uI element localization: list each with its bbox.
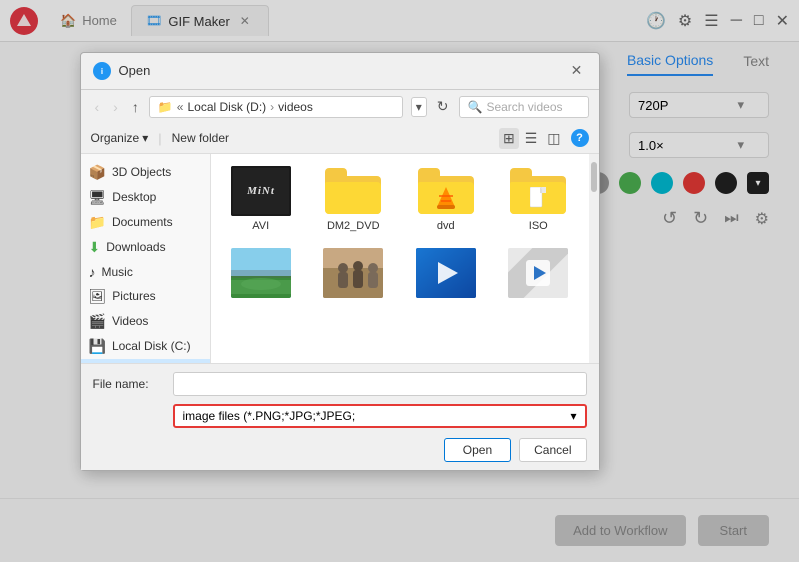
dialog-toolbar2: Organize ▾ | New folder ⊞ ☰ ◫ ? bbox=[81, 124, 599, 153]
file-item-dm2-dvd[interactable]: DM2_DVD bbox=[311, 162, 396, 236]
path-separator: › bbox=[270, 100, 274, 114]
music-icon: ♪ bbox=[89, 264, 96, 280]
open-file-dialog: i Open ✕ ‹ › ↑ 📁 « Local Disk (D:) › vid… bbox=[80, 52, 600, 471]
dialog-action-row: Open Cancel bbox=[93, 438, 587, 462]
file-thumb-iso bbox=[508, 166, 568, 216]
file-item-stripes[interactable] bbox=[496, 244, 581, 306]
avi-preview: MiNt bbox=[231, 166, 291, 216]
detail-view-button[interactable]: ☰ bbox=[521, 128, 542, 149]
help-button[interactable]: ? bbox=[571, 129, 589, 147]
downloads-icon: ⬇ bbox=[89, 239, 101, 256]
file-item-avi[interactable]: MiNt AVI bbox=[219, 162, 304, 236]
filetype-chevron: ▾ bbox=[570, 409, 576, 423]
up-button[interactable]: ↑ bbox=[128, 97, 143, 117]
pictures-icon: 🖼 bbox=[89, 288, 107, 305]
open-button[interactable]: Open bbox=[444, 438, 511, 462]
dialog-footer: File name: image files (*.PNG;*JPG;*JPEG… bbox=[81, 363, 599, 470]
dialog-titlebar: i Open ✕ bbox=[81, 53, 599, 90]
path-bar[interactable]: 📁 « Local Disk (D:) › videos bbox=[149, 96, 403, 118]
sidebar-item-videos[interactable]: 🎬 Videos bbox=[81, 309, 210, 334]
dialog-close-button[interactable]: ✕ bbox=[567, 61, 587, 81]
filetype-row: image files (*.PNG;*JPG;*JPEG; ▾ bbox=[93, 404, 587, 428]
sidebar-item-3d-objects[interactable]: 📦 3D Objects bbox=[81, 160, 210, 185]
sidebar-label-3d-objects: 3D Objects bbox=[112, 165, 171, 179]
dialog-body: 📦 3D Objects 🖥 Desktop 📁 Documents ⬇ Dow… bbox=[81, 153, 599, 363]
file-grid: MiNt AVI DM2_DVD bbox=[211, 154, 589, 363]
organize-button[interactable]: Organize ▾ bbox=[91, 131, 149, 145]
sidebar-item-music[interactable]: ♪ Music bbox=[81, 260, 210, 284]
preview-view-button[interactable]: ◫ bbox=[543, 128, 564, 149]
file-item-persons[interactable] bbox=[311, 244, 396, 306]
file-item-blue-play[interactable] bbox=[404, 244, 489, 306]
search-placeholder: Search videos bbox=[486, 100, 562, 114]
filename-label: File name: bbox=[93, 377, 165, 391]
desktop-icon: 🖥 bbox=[89, 189, 107, 206]
file-name-iso: ISO bbox=[529, 220, 548, 232]
sidebar-label-videos: Videos bbox=[112, 314, 148, 328]
file-thumb-dvd bbox=[416, 166, 476, 216]
dialog-overlay: i Open ✕ ‹ › ↑ 📁 « Local Disk (D:) › vid… bbox=[0, 0, 799, 562]
file-name-avi: AVI bbox=[252, 220, 269, 232]
file-thumb-avi: MiNt bbox=[231, 166, 291, 216]
sidebar-label-pictures: Pictures bbox=[112, 289, 155, 303]
view-buttons: ⊞ ☰ ◫ bbox=[499, 128, 565, 149]
path-local-disk: Local Disk (D:) bbox=[187, 100, 266, 114]
sidebar-item-local-c[interactable]: 💾 Local Disk (C:) bbox=[81, 334, 210, 359]
dialog-nav-toolbar: ‹ › ↑ 📁 « Local Disk (D:) › videos ▾ ↻ 🔍… bbox=[81, 90, 599, 124]
path-dropdown-button[interactable]: ▾ bbox=[411, 97, 427, 117]
path-part1: « bbox=[177, 100, 184, 114]
file-thumb-stadium bbox=[231, 248, 291, 298]
sidebar-item-documents[interactable]: 📁 Documents bbox=[81, 210, 210, 235]
file-item-stadium[interactable] bbox=[219, 244, 304, 306]
dialog-sidebar: 📦 3D Objects 🖥 Desktop 📁 Documents ⬇ Dow… bbox=[81, 154, 211, 363]
svg-text:MiNt: MiNt bbox=[246, 185, 275, 197]
file-name-dvd: dvd bbox=[437, 220, 455, 232]
file-name-dm2-dvd: DM2_DVD bbox=[327, 220, 380, 232]
videos-icon: 🎬 bbox=[89, 313, 106, 330]
local-c-icon: 💾 bbox=[89, 338, 106, 355]
path-videos: videos bbox=[278, 100, 313, 114]
filename-row: File name: bbox=[93, 372, 587, 396]
dialog-title: Open bbox=[119, 63, 567, 78]
file-thumb-blue-play bbox=[416, 248, 476, 298]
filetype-value: image files (*.PNG;*JPG;*JPEG; bbox=[183, 409, 356, 423]
file-item-dvd[interactable]: dvd bbox=[404, 162, 489, 236]
sidebar-label-desktop: Desktop bbox=[112, 190, 156, 204]
sidebar-label-music: Music bbox=[102, 265, 133, 279]
sidebar-item-desktop[interactable]: 🖥 Desktop bbox=[81, 185, 210, 210]
toolbar-separator: | bbox=[158, 131, 161, 146]
file-thumb-dm2-dvd bbox=[323, 166, 383, 216]
organize-chevron: ▾ bbox=[142, 131, 148, 145]
search-box[interactable]: 🔍 Search videos bbox=[459, 96, 589, 118]
back-button[interactable]: ‹ bbox=[91, 97, 104, 117]
grid-scrollbar[interactable] bbox=[589, 154, 599, 363]
3d-objects-icon: 📦 bbox=[89, 164, 106, 181]
filename-input[interactable] bbox=[173, 372, 587, 396]
sidebar-label-local-c: Local Disk (C:) bbox=[112, 339, 191, 353]
search-icon: 🔍 bbox=[468, 100, 483, 114]
dialog-title-icon: i bbox=[93, 62, 111, 80]
sidebar-label-downloads: Downloads bbox=[106, 240, 165, 254]
sidebar-item-local-d[interactable]: 💾 Local Disk (D:) bbox=[81, 359, 210, 363]
grid-view-button[interactable]: ⊞ bbox=[499, 128, 519, 149]
svg-text:i: i bbox=[100, 67, 102, 76]
sidebar-item-downloads[interactable]: ⬇ Downloads bbox=[81, 235, 210, 260]
file-thumb-persons bbox=[323, 248, 383, 298]
forward-button[interactable]: › bbox=[109, 97, 122, 117]
file-thumb-stripes bbox=[508, 248, 568, 298]
cancel-button[interactable]: Cancel bbox=[519, 438, 586, 462]
sidebar-item-pictures[interactable]: 🖼 Pictures bbox=[81, 284, 210, 309]
documents-icon: 📁 bbox=[89, 214, 106, 231]
filetype-select[interactable]: image files (*.PNG;*JPG;*JPEG; ▾ bbox=[173, 404, 587, 428]
new-folder-button[interactable]: New folder bbox=[172, 131, 229, 145]
sidebar-label-documents: Documents bbox=[112, 215, 173, 229]
folder-icon: 📁 bbox=[158, 100, 173, 114]
file-item-iso[interactable]: ISO bbox=[496, 162, 581, 236]
refresh-button[interactable]: ↻ bbox=[433, 96, 453, 117]
